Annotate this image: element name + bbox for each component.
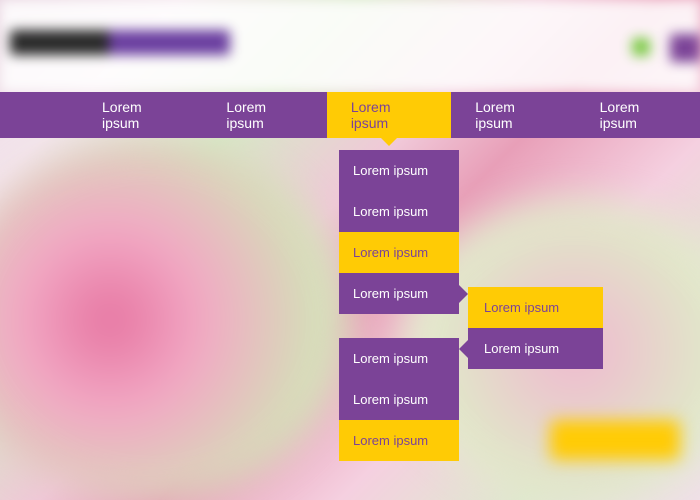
cta-button-blurred	[550, 420, 680, 460]
nav-item-3[interactable]: Lorem ipsum	[327, 92, 451, 138]
header-button	[670, 34, 700, 62]
dropdown-item[interactable]: Lorem ipsum	[339, 338, 459, 379]
nav-item-2[interactable]: Lorem ipsum	[202, 92, 326, 138]
dropdown-item[interactable]: Lorem ipsum	[339, 191, 459, 232]
dropdown-menu-1: Lorem ipsum Lorem ipsum Lorem ipsum Lore…	[339, 150, 459, 314]
dropdown-menu-2: Lorem ipsum Lorem ipsum Lorem ipsum	[339, 338, 459, 461]
dropdown-item-has-submenu[interactable]: Lorem ipsum	[339, 273, 459, 314]
flyout-item[interactable]: Lorem ipsum	[468, 328, 603, 369]
dropdown-item[interactable]: Lorem ipsum	[339, 379, 459, 420]
dropdown-item-hover[interactable]: Lorem ipsum	[339, 420, 459, 461]
dropdown-item-hover[interactable]: Lorem ipsum	[339, 232, 459, 273]
nav-item-5[interactable]: Lorem ipsum	[576, 92, 700, 138]
main-nav: Lorem ipsum Lorem ipsum Lorem ipsum Lore…	[0, 92, 700, 138]
nav-item-1[interactable]: Lorem ipsum	[78, 92, 202, 138]
cart-indicator	[632, 38, 650, 56]
flyout-menu: Lorem ipsum Lorem ipsum	[468, 287, 603, 369]
flyout-item-hover[interactable]: Lorem ipsum	[468, 287, 603, 328]
dropdown-item[interactable]: Lorem ipsum	[339, 150, 459, 191]
nav-item-4[interactable]: Lorem ipsum	[451, 92, 575, 138]
logo	[10, 30, 230, 55]
header-area	[0, 0, 700, 92]
